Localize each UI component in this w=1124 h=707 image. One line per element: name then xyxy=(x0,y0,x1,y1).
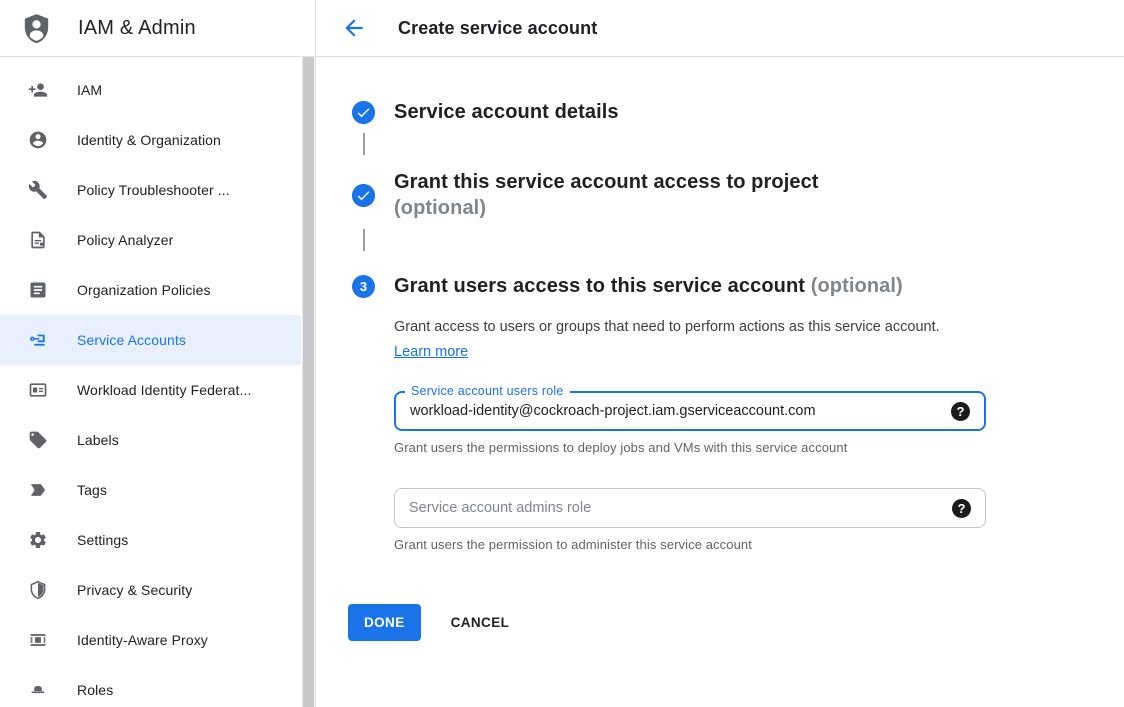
account-circle-icon xyxy=(28,130,48,150)
users-role-input[interactable] xyxy=(410,403,939,419)
sidebar-item-privacy-security[interactable]: Privacy & Security xyxy=(0,565,301,615)
sidebar-item-service-accounts[interactable]: Service Accounts xyxy=(0,315,301,365)
sidebar-item-label: Privacy & Security xyxy=(77,582,192,598)
gear-icon xyxy=(28,530,48,550)
sidebar-item-label: Identity & Organization xyxy=(77,132,221,148)
sidebar-item-label: Workload Identity Federat... xyxy=(77,382,252,398)
service-account-users-role-field[interactable]: Service account users role ? xyxy=(394,391,986,431)
sidebar-nav: IAM Identity & Organization Policy Troub… xyxy=(0,57,315,707)
admins-role-input[interactable] xyxy=(409,500,940,516)
shield-icon xyxy=(28,580,48,600)
sidebar-item-tags[interactable]: Tags xyxy=(0,465,301,515)
sidebar-item-label: Policy Troubleshooter ... xyxy=(77,182,230,198)
sidebar-item-policy-troubleshooter[interactable]: Policy Troubleshooter ... xyxy=(0,165,301,215)
proxy-icon xyxy=(28,630,48,650)
step-1-title: Service account details xyxy=(394,99,619,125)
back-arrow-button[interactable] xyxy=(341,15,367,41)
step-2-header[interactable]: Grant this service account access to pro… xyxy=(352,169,1124,221)
sidebar-item-label: Tags xyxy=(77,482,107,498)
sidebar-item-identity-aware-proxy[interactable]: Identity-Aware Proxy xyxy=(0,615,301,665)
step-connector xyxy=(363,133,365,155)
article-icon xyxy=(28,280,48,300)
iam-admin-shield-icon xyxy=(20,12,53,45)
appbar: Create service account xyxy=(316,0,1124,57)
create-service-account-form: Service account details Grant this servi… xyxy=(316,57,1124,641)
sidebar-item-labels[interactable]: Labels xyxy=(0,415,301,465)
step-3-description: Grant access to users or groups that nee… xyxy=(394,315,946,365)
step-3-number-badge: 3 xyxy=(352,275,375,298)
sidebar-item-label: Settings xyxy=(77,532,128,548)
hat-icon xyxy=(28,680,48,700)
step-2-completed-check-icon xyxy=(352,184,375,207)
sidebar-scrollbar-thumb[interactable] xyxy=(302,57,314,707)
help-icon[interactable]: ? xyxy=(952,499,971,518)
help-icon[interactable]: ? xyxy=(951,402,970,421)
form-actions: DONE CANCEL xyxy=(348,604,1124,641)
sidebar-item-roles[interactable]: Roles xyxy=(0,665,301,707)
step-2-optional-label: (optional) xyxy=(394,195,819,221)
sidebar-header: IAM & Admin xyxy=(0,0,315,57)
admins-role-helper-text: Grant users the permission to administer… xyxy=(394,537,1124,552)
sidebar-item-label: Roles xyxy=(77,682,113,698)
sidebar-item-label: Policy Analyzer xyxy=(77,232,173,248)
wrench-icon xyxy=(28,180,48,200)
sidebar-item-workload-identity-federation[interactable]: Workload Identity Federat... xyxy=(0,365,301,415)
sidebar-item-policy-analyzer[interactable]: Policy Analyzer xyxy=(0,215,301,265)
id-card-icon xyxy=(28,380,48,400)
cancel-button[interactable]: CANCEL xyxy=(451,615,510,630)
person-add-icon xyxy=(28,80,48,100)
step-3-optional-label: (optional) xyxy=(811,275,903,297)
sidebar-item-organization-policies[interactable]: Organization Policies xyxy=(0,265,301,315)
sidebar-item-settings[interactable]: Settings xyxy=(0,515,301,565)
learn-more-link[interactable]: Learn more xyxy=(394,344,468,360)
service-account-admins-role-field[interactable]: ? xyxy=(394,488,986,528)
step-3-header[interactable]: 3 Grant users access to this service acc… xyxy=(352,273,1124,299)
users-role-helper-text: Grant users the permissions to deploy jo… xyxy=(394,440,1124,455)
sidebar-item-label: Organization Policies xyxy=(77,282,211,298)
sidebar-item-label: IAM xyxy=(77,82,102,98)
policy-analyzer-icon xyxy=(28,230,48,250)
sidebar-item-label: Labels xyxy=(77,432,119,448)
sidebar-item-label: Identity-Aware Proxy xyxy=(77,632,208,648)
sidebar-item-iam[interactable]: IAM xyxy=(0,65,301,115)
step-3-title: Grant users access to this service accou… xyxy=(394,273,903,299)
arrow-tag-icon xyxy=(28,480,48,500)
done-button[interactable]: DONE xyxy=(348,604,421,641)
users-role-field-label: Service account users role xyxy=(405,384,570,398)
step-1-header[interactable]: Service account details xyxy=(352,99,1124,125)
main-panel: Create service account Service account d… xyxy=(316,0,1124,707)
step-1-completed-check-icon xyxy=(352,101,375,124)
sidebar-title: IAM & Admin xyxy=(78,17,196,40)
iam-admin-page: IAM & Admin IAM Identity & Organization xyxy=(0,0,1124,707)
sidebar-item-identity-organization[interactable]: Identity & Organization xyxy=(0,115,301,165)
service-account-key-icon xyxy=(28,330,48,350)
step-2-title: Grant this service account access to pro… xyxy=(394,169,819,221)
sidebar: IAM & Admin IAM Identity & Organization xyxy=(0,0,316,707)
sidebar-item-label: Service Accounts xyxy=(77,332,186,348)
page-title: Create service account xyxy=(398,18,597,39)
step-connector xyxy=(363,229,365,251)
label-tag-icon xyxy=(28,430,48,450)
